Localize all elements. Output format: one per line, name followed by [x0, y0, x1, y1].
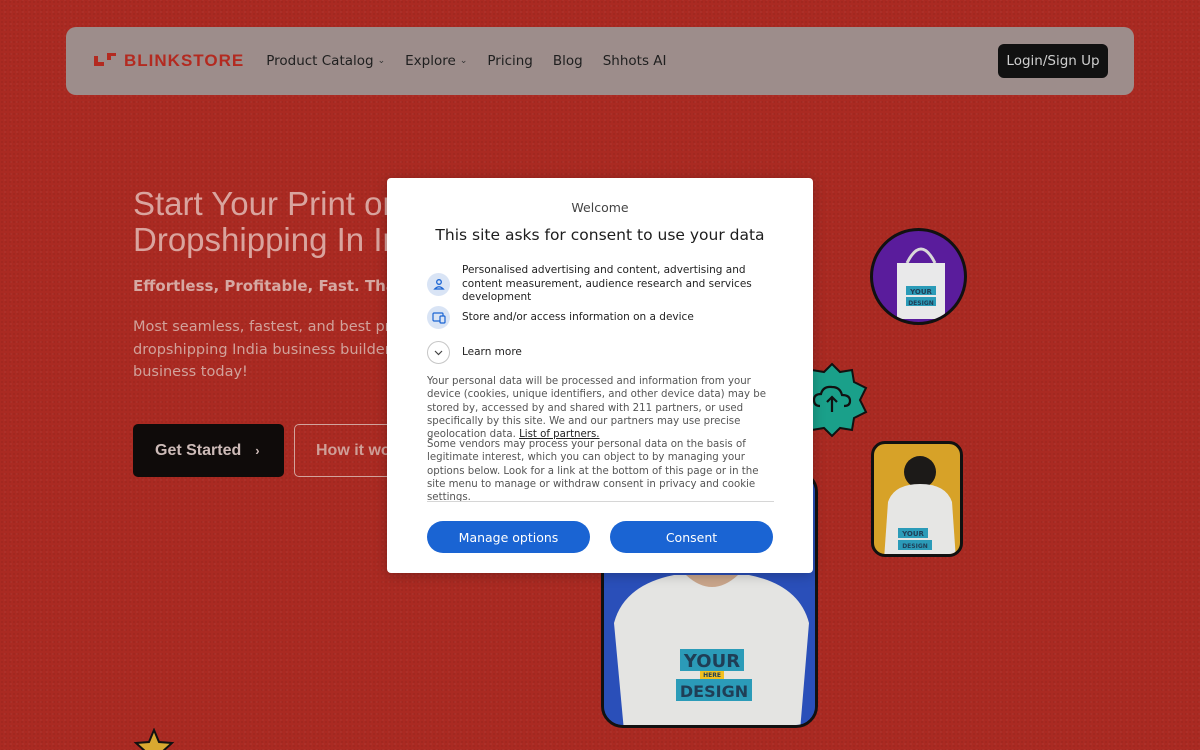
get-started-button[interactable]: Get Started ›: [133, 424, 284, 477]
purpose-advertising-text: Personalised advertising and content, ad…: [462, 264, 752, 303]
device-icon: [427, 306, 450, 329]
star-icon: [134, 728, 174, 750]
consent-paragraph-1: Your personal data will be processed and…: [427, 375, 774, 441]
nav-shhots-ai-label: Shhots AI: [602, 53, 667, 69]
learn-more-toggle[interactable]: Learn more: [427, 341, 782, 364]
manage-options-button[interactable]: Manage options: [427, 521, 590, 553]
top-navigation-bar: BLINKSTORE Product Catalog ⌄ Explore ⌄ P…: [66, 27, 1134, 95]
nav-blog[interactable]: Blog: [553, 53, 583, 69]
print-text-your: YOUR: [901, 530, 924, 538]
consent-welcome: Welcome: [571, 200, 629, 215]
nav-blog-label: Blog: [552, 53, 583, 69]
nav-pricing-label: Pricing: [487, 53, 533, 69]
nav-product-catalog[interactable]: Product Catalog ⌄: [266, 53, 385, 69]
hero-description-line-1: Most seamless, fastest, and best pri: [133, 319, 395, 335]
get-started-label: Get Started: [155, 441, 242, 459]
logo[interactable]: BLINKSTORE: [94, 51, 244, 71]
nav-product-catalog-label: Product Catalog: [266, 53, 374, 69]
chevron-down-icon: ⌄: [459, 56, 468, 66]
purpose-storage-text: Store and/or access information on a dev…: [462, 310, 694, 323]
print-text-here: HERE: [703, 672, 721, 679]
print-text-design: DESIGN: [680, 682, 748, 701]
consent-title: This site asks for consent to use your d…: [435, 226, 765, 244]
nav-links: Product Catalog ⌄ Explore ⌄ Pricing Blog…: [266, 53, 666, 69]
purpose-item-advertising: Personalised advertising and content, ad…: [427, 264, 782, 305]
hoodie-icon: YOUR DESIGN: [884, 456, 956, 554]
print-text-your: YOUR: [909, 288, 932, 296]
login-signup-button[interactable]: Login/Sign Up: [998, 44, 1108, 78]
consent-button[interactable]: Consent: [610, 521, 773, 553]
consent-dialog: Welcome This site asks for consent to us…: [387, 178, 813, 573]
logo-mark-icon: [94, 53, 116, 69]
hero-description: Most seamless, fastest, and best pri dro…: [133, 316, 403, 384]
hero-description-line-3: business today!: [133, 364, 248, 380]
learn-more-label: Learn more: [462, 345, 522, 358]
logo-text: BLINKSTORE: [124, 51, 245, 70]
hero-description-line-2: dropshipping India business builder: [133, 341, 391, 358]
print-text-design: DESIGN: [908, 300, 934, 307]
nav-explore-label: Explore: [405, 53, 456, 69]
hoodie-image: YOUR DESIGN: [871, 441, 963, 557]
chevron-right-icon: ›: [255, 443, 260, 458]
person-icon: [427, 272, 450, 296]
chevron-down-icon: ⌄: [377, 56, 386, 66]
nav-shhots-ai[interactable]: Shhots AI: [603, 53, 667, 69]
print-text-design: DESIGN: [902, 543, 928, 550]
tote-bag-image: YOUR DESIGN: [870, 228, 967, 325]
consent-paragraph-2: Some vendors may process your personal d…: [427, 439, 759, 504]
divider: [427, 501, 774, 502]
tote-bag-icon: YOUR DESIGN: [897, 247, 945, 319]
nav-explore[interactable]: Explore ⌄: [405, 53, 467, 69]
nav-pricing[interactable]: Pricing: [487, 53, 533, 69]
print-text-your: YOUR: [683, 651, 740, 672]
purpose-item-storage: Store and/or access information on a dev…: [427, 306, 782, 329]
chevron-down-icon[interactable]: [427, 341, 450, 364]
